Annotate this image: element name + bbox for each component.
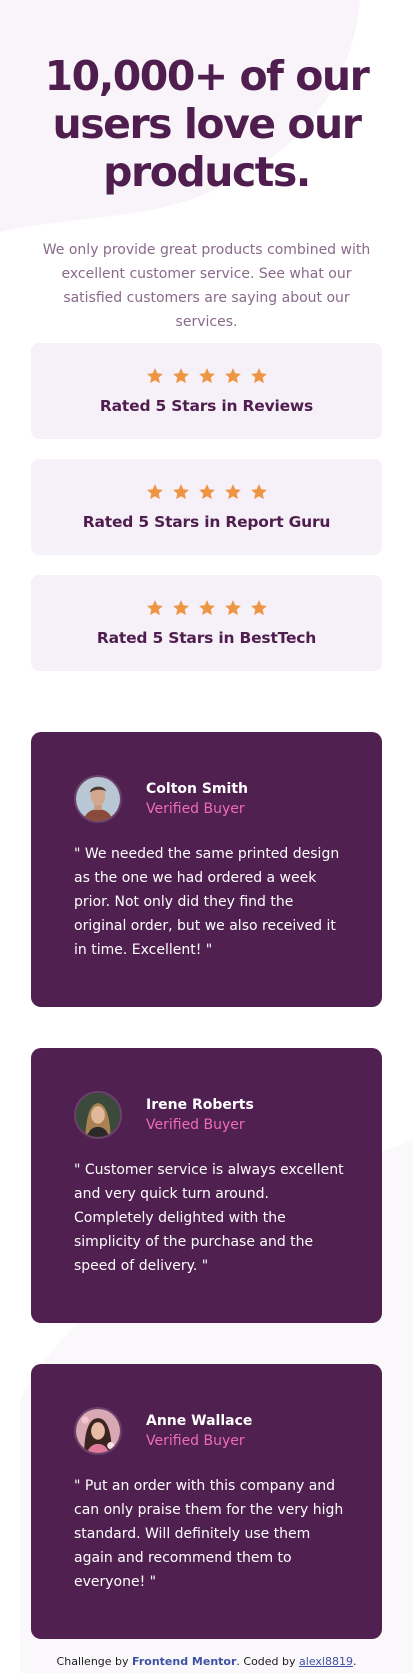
star-icon — [198, 368, 215, 384]
reviewer-name: Irene Roberts — [146, 1097, 254, 1113]
star-icon — [172, 368, 189, 384]
intro-text: We only provide great products combined … — [42, 242, 371, 330]
star-icon — [250, 484, 267, 500]
page-title: 10,000+ of our users love our products. — [44, 52, 370, 196]
star-icon — [250, 600, 267, 616]
star-icon — [198, 484, 215, 500]
rating-card-besttech: Rated 5 Stars in BestTech — [31, 575, 382, 671]
star-icon — [224, 484, 241, 500]
testimonial-card-irene: Irene Roberts Verified Buyer " Customer … — [31, 1048, 382, 1323]
rating-label: Rated 5 Stars in Report Guru — [82, 513, 331, 531]
testimonial-quote: " Put an order with this company and can… — [74, 1478, 344, 1590]
avatar — [74, 775, 122, 823]
attribution: Challenge by Frontend Mentor. Coded by a… — [0, 1655, 413, 1668]
reviewer-info: Colton Smith Verified Buyer — [146, 779, 248, 819]
reviewer: Colton Smith Verified Buyer — [74, 775, 248, 823]
author-link[interactable]: alexl8819 — [299, 1655, 353, 1668]
avatar — [74, 1407, 122, 1455]
rating-card-report-guru: Rated 5 Stars in Report Guru — [31, 459, 382, 555]
testimonial-card-anne: Anne Wallace Verified Buyer " Put an ord… — [31, 1364, 382, 1639]
avatar — [74, 1091, 122, 1139]
reviewer-role: Verified Buyer — [146, 801, 245, 817]
reviewer-info: Anne Wallace Verified Buyer — [146, 1411, 252, 1451]
star-rating — [146, 367, 268, 385]
reviewer: Irene Roberts Verified Buyer — [74, 1091, 254, 1139]
testimonial-quote: " Customer service is always excellent a… — [74, 1162, 344, 1274]
star-icon — [172, 484, 189, 500]
attribution-middle: . Coded by — [236, 1655, 300, 1668]
star-icon — [224, 368, 241, 384]
attribution-suffix: . — [352, 1655, 357, 1668]
star-rating — [146, 599, 268, 617]
star-icon — [250, 368, 267, 384]
rating-label: Rated 5 Stars in Reviews — [99, 397, 314, 415]
frontend-mentor-link[interactable]: Frontend Mentor — [132, 1655, 236, 1668]
testimonial-quote: " We needed the same printed design as t… — [74, 846, 340, 958]
reviewer-role: Verified Buyer — [146, 1117, 245, 1133]
star-icon — [146, 368, 163, 384]
reviewer-name: Colton Smith — [146, 781, 248, 797]
star-icon — [146, 600, 163, 616]
star-icon — [224, 600, 241, 616]
star-icon — [146, 484, 163, 500]
star-icon — [198, 600, 215, 616]
reviewer-role: Verified Buyer — [146, 1433, 245, 1449]
rating-card-reviews: Rated 5 Stars in Reviews — [31, 343, 382, 439]
reviewer-info: Irene Roberts Verified Buyer — [146, 1095, 254, 1135]
rating-label: Rated 5 Stars in BestTech — [96, 629, 317, 647]
star-icon — [172, 600, 189, 616]
reviewer: Anne Wallace Verified Buyer — [74, 1407, 252, 1455]
testimonial-card-colton: Colton Smith Verified Buyer " We needed … — [31, 732, 382, 1007]
attribution-prefix: Challenge by — [56, 1655, 133, 1668]
reviewer-name: Anne Wallace — [146, 1413, 253, 1429]
star-rating — [146, 483, 268, 501]
